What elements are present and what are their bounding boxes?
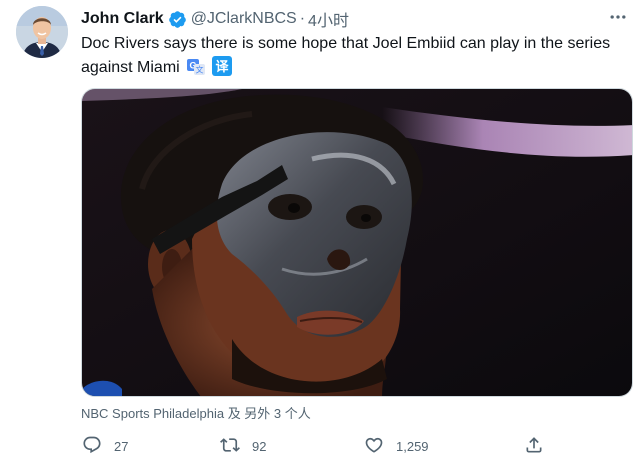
- translate-badge-label: 译: [215, 60, 229, 75]
- reply-button[interactable]: 27: [82, 432, 128, 460]
- tweet-media-image[interactable]: [81, 88, 633, 397]
- verified-badge-icon: [168, 10, 187, 29]
- reply-icon: [82, 435, 102, 458]
- share-button[interactable]: [524, 432, 544, 460]
- tweet-text: Doc Rivers says there is some hope that …: [81, 32, 626, 80]
- timestamp[interactable]: 4小时: [308, 7, 349, 31]
- action-bar: 27 92 1,259: [0, 432, 641, 460]
- tweet-header: John Clark @JClarkNBCS · 4小时: [81, 8, 349, 30]
- avatar[interactable]: [16, 6, 68, 58]
- author-name[interactable]: John Clark: [81, 10, 164, 28]
- retweet-count: 92: [252, 438, 267, 454]
- svg-text:文: 文: [195, 65, 203, 75]
- translate-badge-icon[interactable]: 译: [211, 56, 232, 76]
- masked-player-photo: [82, 89, 632, 396]
- separator: ·: [299, 10, 306, 27]
- reply-count: 27: [114, 438, 129, 454]
- more-icon[interactable]: [605, 6, 631, 28]
- author-handle[interactable]: @JClarkNBCS: [191, 10, 297, 28]
- like-count: 1,259: [396, 438, 429, 454]
- heart-icon: [364, 435, 384, 458]
- like-button[interactable]: 1,259: [364, 432, 429, 460]
- avatar-image: [16, 6, 68, 58]
- tweet: John Clark @JClarkNBCS · 4小时 Doc Rivers …: [0, 0, 641, 468]
- tweet-body: Doc Rivers says there is some hope that …: [81, 35, 611, 76]
- retweet-button[interactable]: 92: [220, 432, 266, 460]
- tagged-accounts[interactable]: NBC Sports Philadelphia 及 另外 3 个人: [81, 403, 311, 422]
- share-icon: [524, 435, 544, 458]
- retweet-icon: [220, 435, 240, 458]
- translate-icon[interactable]: G 文: [186, 56, 206, 76]
